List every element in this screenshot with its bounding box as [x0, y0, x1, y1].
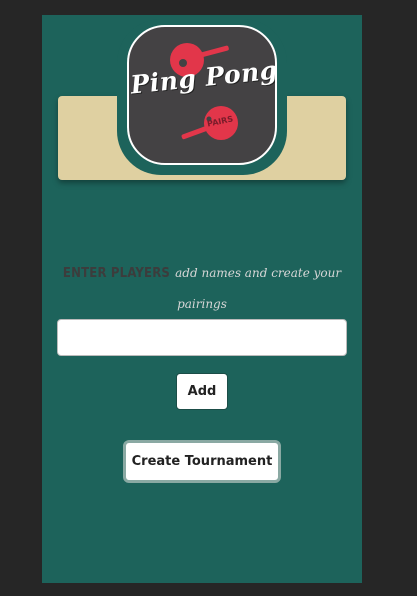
instructions-title: ENTER PLAYERS	[62, 266, 171, 281]
player-name-input[interactable]	[57, 319, 347, 356]
add-button[interactable]: Add	[176, 373, 228, 410]
ping-pong-logo: Ping Pong PAIRS	[127, 25, 277, 165]
instructions-subtitle: add names and create your pairings	[175, 266, 342, 311]
instructions: ENTER PLAYERS add names and create your …	[58, 257, 346, 319]
app-panel: Ping Pong PAIRS ENTER PLAYERS add names …	[42, 15, 362, 583]
create-tournament-button[interactable]: Create Tournament	[123, 440, 281, 483]
